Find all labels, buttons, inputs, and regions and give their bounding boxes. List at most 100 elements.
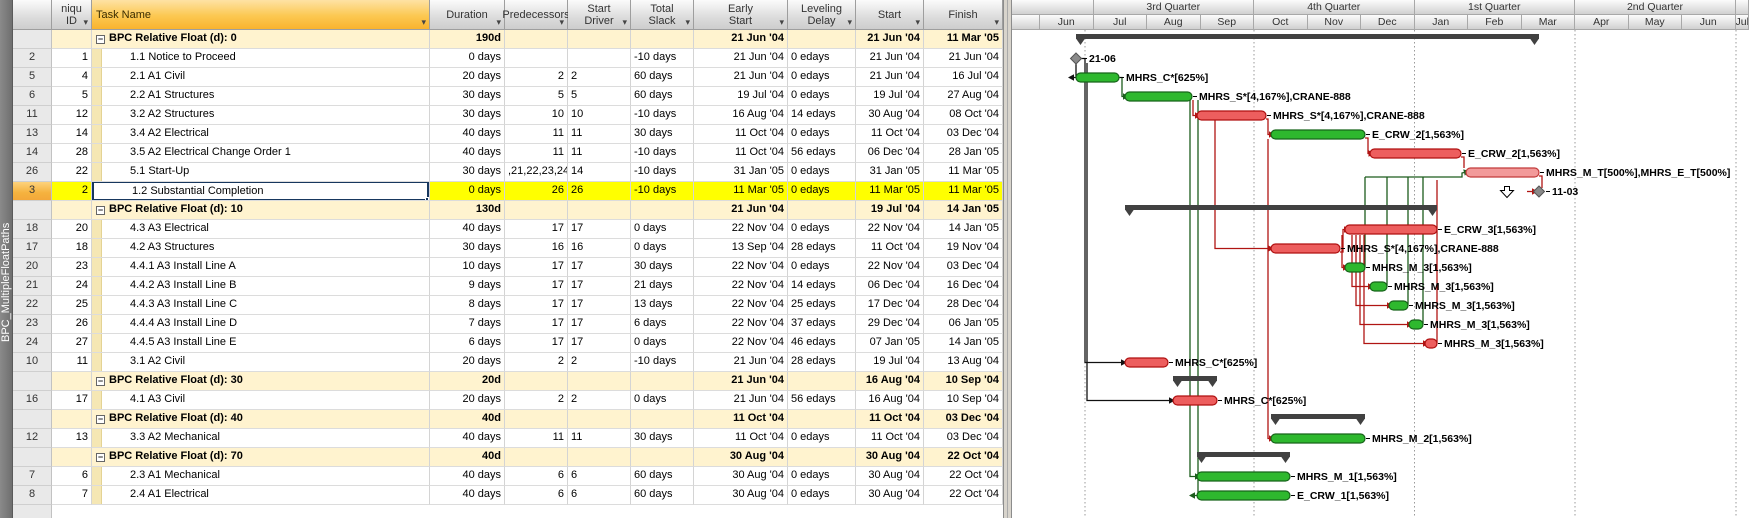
cell-uid[interactable] [52,201,92,220]
cell-lev[interactable]: 28 edays [788,353,856,372]
cell-drv[interactable]: 17 [568,220,631,239]
cell-uid[interactable]: 18 [52,239,92,258]
cell-dur[interactable]: 40d [430,448,505,467]
cell-dur[interactable]: 6 days [430,334,505,353]
cell-lev[interactable]: 46 edays [788,334,856,353]
cell-early[interactable]: 31 Jan '05 [694,163,788,182]
cell-drv[interactable] [568,410,631,429]
cell-name[interactable]: 2.2 A1 Structures [92,87,430,106]
timescale-month-sep[interactable]: Sep [1200,15,1254,30]
cell-uid[interactable]: 12 [52,106,92,125]
cell-drv[interactable] [568,372,631,391]
milestone-diamond[interactable] [1532,185,1546,198]
timescale-month-dec[interactable]: Dec [1361,15,1415,30]
cell-dur[interactable]: 40 days [430,125,505,144]
collapse-icon[interactable]: − [96,377,105,386]
column-header-name[interactable]: Task Name ▾ [92,0,430,30]
cell-drv[interactable]: 6 [568,467,631,486]
filter-dropdown-icon[interactable]: ▾ [994,18,999,27]
cell-pred[interactable] [505,448,568,467]
cell-early[interactable]: 11 Mar '05 [694,182,788,201]
cell-uid[interactable]: 7 [52,486,92,505]
timescale-month-nov[interactable]: Nov [1307,15,1361,30]
cell-name[interactable]: 3.1 A2 Civil [92,353,430,372]
cell-uid[interactable]: 26 [52,315,92,334]
cell-slack[interactable]: 0 days [631,220,694,239]
filter-dropdown-icon[interactable]: ▾ [421,18,426,27]
cell-slack[interactable] [631,448,694,467]
cell-slack[interactable]: -10 days [631,182,694,201]
cell-lev[interactable]: 0 edays [788,49,856,68]
cell-uid[interactable]: 13 [52,429,92,448]
cell-pred[interactable]: ,21,22,23,24,14 [505,163,568,182]
cell-start[interactable]: 11 Oct '04 [856,239,924,258]
cell-pred[interactable]: 6 [505,467,568,486]
cell-early[interactable]: 21 Jun '04 [694,30,788,49]
cell-pred[interactable]: 17 [505,296,568,315]
gantt-chart-area[interactable]: 21-06 MHRS_C*[625%] MHRS_S*[4,167%],CRANE-… [1012,30,1749,518]
timescale-months[interactable]: Jun Jul Aug Sep Oct Nov Dec Jan Feb Mar Apr May Jun J… [1012,15,1749,30]
cell-start[interactable]: 06 Dec '04 [856,144,924,163]
cell-lev[interactable]: 0 edays [788,467,856,486]
cell-dur[interactable]: 0 days [430,182,505,201]
task-row[interactable]: 5 4 2.1 A1 Civil 20 days 2 2 60 days 21 Jun '04… [13,68,1003,87]
cell-fin[interactable]: 19 Nov '04 [924,239,1003,258]
cell-uid[interactable]: 4 [52,68,92,87]
cell-slack[interactable]: 30 days [631,125,694,144]
cell-uid[interactable]: 5 [52,87,92,106]
gantt-task-bar-red[interactable] [1196,110,1267,121]
timescale-quarter-3rd-quarter[interactable]: 3rd Quarter [1093,0,1254,15]
summary-bar[interactable] [1173,376,1217,381]
column-header-dur[interactable]: Duration ▾ [430,0,505,30]
cell-early[interactable]: 22 Nov '04 [694,315,788,334]
cell-start[interactable]: 19 Jul '04 [856,87,924,106]
cell-name[interactable]: 2.3 A1 Mechanical [92,467,430,486]
cell-name[interactable]: − BPC Relative Float (d): 10 [92,201,430,220]
cell-slack[interactable]: 60 days [631,486,694,505]
task-row[interactable]: 13 14 3.4 A2 Electrical 40 days 11 11 30 days 1… [13,125,1003,144]
cell-name[interactable]: 1.1 Notice to Proceed [92,49,430,68]
cell-dur[interactable]: 9 days [430,277,505,296]
column-header-uid[interactable]: niqu ID ▾ [52,0,92,30]
cell-pred[interactable] [505,201,568,220]
cell-lev[interactable] [788,372,856,391]
cell-lev[interactable]: 0 edays [788,486,856,505]
column-header-num[interactable] [13,0,52,30]
gantt-task-bar-green[interactable] [1369,281,1388,292]
cell-drv[interactable] [568,49,631,68]
cell-lev[interactable]: 56 edays [788,144,856,163]
cell-uid[interactable]: 22 [52,163,92,182]
cell-drv[interactable]: 6 [568,486,631,505]
cell-fin[interactable]: 28 Dec '04 [924,296,1003,315]
filter-dropdown-icon[interactable]: ▾ [685,18,690,27]
selected-cell[interactable]: 1.2 Substantial Completion [92,182,429,200]
cell-start[interactable]: 07 Jan '05 [856,334,924,353]
cell-early[interactable]: 11 Oct '04 [694,410,788,429]
cell-uid[interactable]: 14 [52,125,92,144]
gantt-task-bar-green[interactable] [1408,319,1424,330]
column-header-slack[interactable]: Total Slack ▾ [631,0,694,30]
view-tab-strip[interactable]: BPC_MultipleFloatPaths [0,0,13,518]
cell-drv[interactable]: 17 [568,258,631,277]
cell-fin[interactable]: 08 Oct '04 [924,106,1003,125]
cell-fin[interactable]: 11 Mar '05 [924,163,1003,182]
cell-early[interactable]: 13 Sep '04 [694,239,788,258]
timescale-month-feb[interactable]: Feb [1468,15,1522,30]
cell-num[interactable]: 2 [13,49,52,68]
cell-early[interactable]: 22 Nov '04 [694,296,788,315]
cell-num[interactable]: 8 [13,486,52,505]
filter-dropdown-icon[interactable]: ▾ [847,18,852,27]
cell-num[interactable]: 14 [13,144,52,163]
cell-dur[interactable]: 40d [430,410,505,429]
cell-start[interactable]: 21 Jun '04 [856,49,924,68]
cell-name[interactable]: − BPC Relative Float (d): 40 [92,410,430,429]
cell-num[interactable]: 7 [13,467,52,486]
cell-fin[interactable]: 16 Dec '04 [924,277,1003,296]
cell-pred[interactable]: 2 [505,391,568,410]
group-summary-row[interactable]: − BPC Relative Float (d): 0 190d 21 Jun '04… [13,30,1003,49]
cell-lev[interactable]: 0 edays [788,125,856,144]
timescale-month-jul[interactable]: Jul [1735,15,1749,30]
timescale-month-partial[interactable] [1012,15,1040,30]
cell-name[interactable]: 2.1 A1 Civil [92,68,430,87]
cell-slack[interactable] [631,30,694,49]
